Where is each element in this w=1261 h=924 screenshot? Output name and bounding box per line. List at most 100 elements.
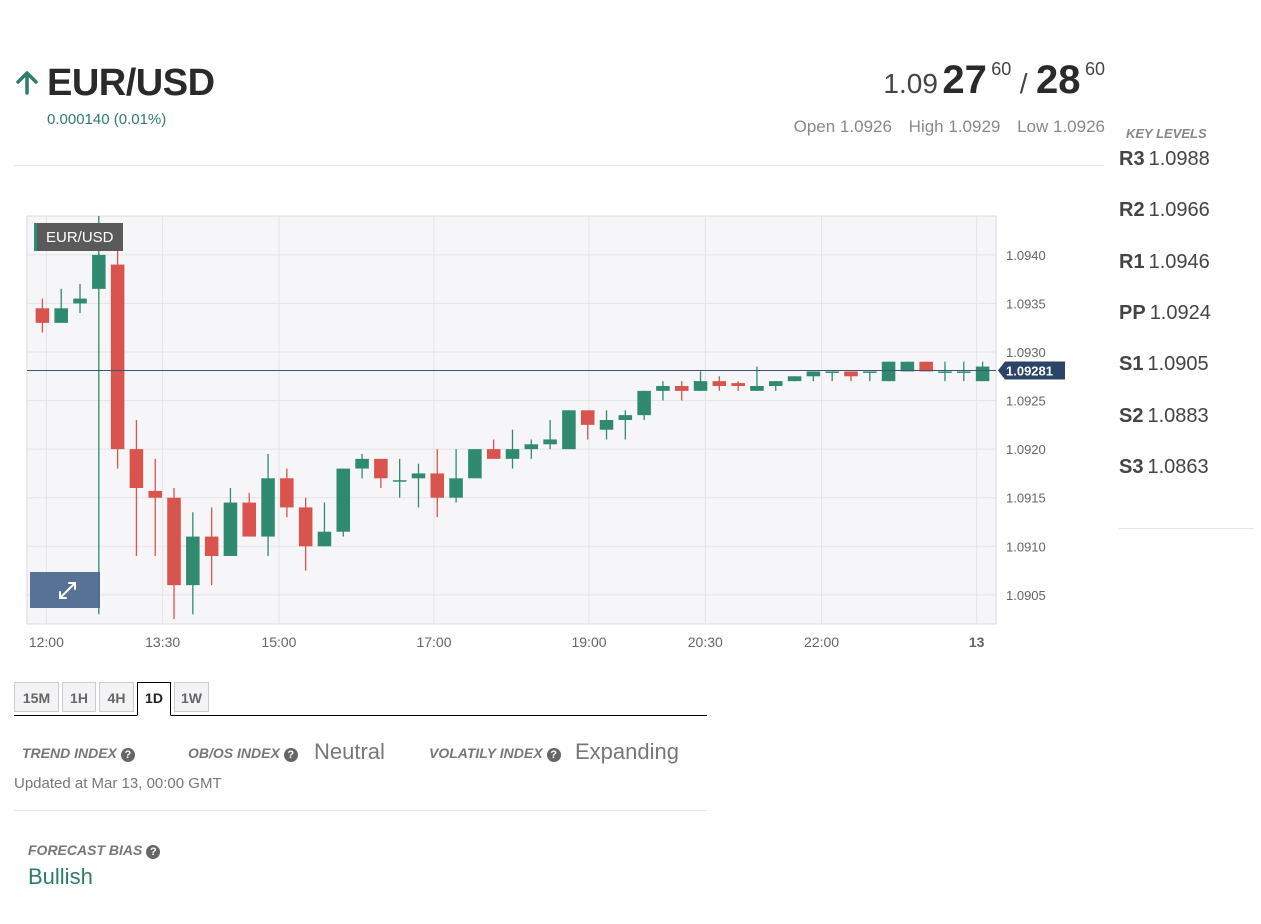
x-tick-label: 13 [969,634,985,650]
candle-body [468,449,482,479]
key-level-name: R3 [1119,148,1145,170]
key-level-r3: R3 1.0988 [1119,148,1210,171]
candle-body [411,473,426,479]
candle-body [392,480,407,482]
candlestick-chart[interactable]: 1.0940 1.0935 1.0930 1.0925 1.0920 1.0915 1.09… [0,205,1080,665]
question-circle-icon[interactable]: ? [120,748,135,762]
x-tick-label: 22:00 [804,634,839,650]
candle-body [430,473,445,498]
candle-body [505,449,520,459]
y-tick-label: 1.0915 [1006,491,1046,506]
x-axis: 12:00 13:30 15:00 17:00 19:00 20:30 22:00 13 [29,634,985,650]
key-level-pp: PP 1.0924 [1119,302,1211,325]
candle-body [957,371,971,373]
candle-body [731,383,745,386]
candle-body [242,502,257,537]
candle-body [938,371,952,373]
timeframe-tabs: 15M 1H 4H 1D 1W [14,682,707,716]
candle-body [656,386,670,391]
high-value: High 1.0929 [908,117,1001,136]
y-tick-label: 1.0910 [1006,539,1046,554]
candle-body [261,478,275,537]
candle-body [712,381,727,386]
volatility-index-value: Expanding [575,739,679,764]
candle-body [524,444,539,450]
candle-body [317,531,332,547]
tab-15m[interactable]: 15M [14,682,59,712]
question-circle-icon[interactable]: ? [546,748,561,762]
candle-body [336,468,351,532]
candle-body [787,376,802,382]
trend-index-label: TREND INDEX? [22,745,135,762]
candle-body [637,390,651,416]
x-tick-label: 15:00 [261,634,296,650]
forecast-bias-label: FORECAST BIAS? [28,842,161,859]
y-tick-label: 1.0930 [1006,345,1046,360]
bid-prefix: 1.09 [883,68,938,99]
obos-index-label: OB/OS INDEX? [188,745,298,762]
expand-chart-button[interactable] [30,572,100,608]
candle-body [543,439,557,445]
candle [468,449,482,479]
x-tick-label: 17:00 [416,634,451,650]
candle-body [223,502,238,556]
candle-body [374,458,388,479]
key-level-value: 1.0883 [1147,405,1209,427]
key-level-name: S2 [1119,405,1144,427]
candle-body [618,415,633,420]
y-tick-label: 1.0925 [1006,394,1046,409]
candle-body [806,371,821,377]
candle [787,376,802,382]
key-level-s3: S3 1.0863 [1119,456,1209,479]
key-level-value: 1.0988 [1148,148,1210,170]
candle-body [92,254,106,289]
forecast-bias-value: Bullish [28,864,93,889]
key-level-value: 1.0863 [1147,456,1209,478]
tab-1w[interactable]: 1W [174,682,209,712]
bid-fraction: 60 [991,59,1012,79]
low-value: Low 1.0926 [1017,117,1105,136]
key-level-r1: R1 1.0946 [1119,251,1210,274]
candle-body [54,308,68,323]
candle-body [110,264,125,450]
key-level-name: PP [1119,302,1146,324]
question-circle-icon[interactable]: ? [283,748,298,762]
key-level-s2: S2 1.0883 [1119,405,1209,428]
candle-body [35,308,50,323]
candle-body [129,449,144,488]
x-tick-label: 19:00 [571,634,606,650]
candle-body [975,366,990,382]
current-price-tag: 1.09281 [998,361,1065,380]
candle-body [449,478,463,498]
candle-body [881,361,896,382]
question-circle-icon[interactable]: ? [146,845,161,859]
candle-body [280,478,294,508]
candle [562,410,576,450]
indices-divider [14,810,707,811]
x-tick-label: 12:00 [29,634,64,650]
y-tick-label: 1.0920 [1006,442,1046,457]
candle-body [167,497,181,586]
key-level-s1: S1 1.0905 [1119,353,1209,376]
candle-body [693,381,708,391]
tab-1h[interactable]: 1H [62,682,96,712]
candle-body [580,410,595,425]
tab-1d[interactable]: 1D [137,682,171,716]
legend-label: EUR/USD [46,229,114,246]
key-levels-divider [1119,528,1254,529]
obos-index-value: Neutral [314,739,385,764]
open-high-low: Open 1.0926 High 1.0929 Low 1.0926 [782,117,1105,137]
candle-body [486,449,501,459]
ask-fraction: 60 [1084,59,1105,79]
x-tick-label: 20:30 [688,634,723,650]
y-tick-label: 1.0905 [1006,588,1046,603]
key-level-r2: R2 1.0966 [1119,199,1210,222]
candle-body [298,507,313,547]
candle-body [599,420,614,430]
candle [336,468,351,537]
key-level-value: 1.0966 [1148,199,1210,221]
volatility-index-label: VOLATILY INDEX? [429,745,561,762]
key-level-value: 1.0905 [1147,353,1209,375]
tab-4h[interactable]: 4H [99,682,134,712]
candle-body [204,536,219,556]
